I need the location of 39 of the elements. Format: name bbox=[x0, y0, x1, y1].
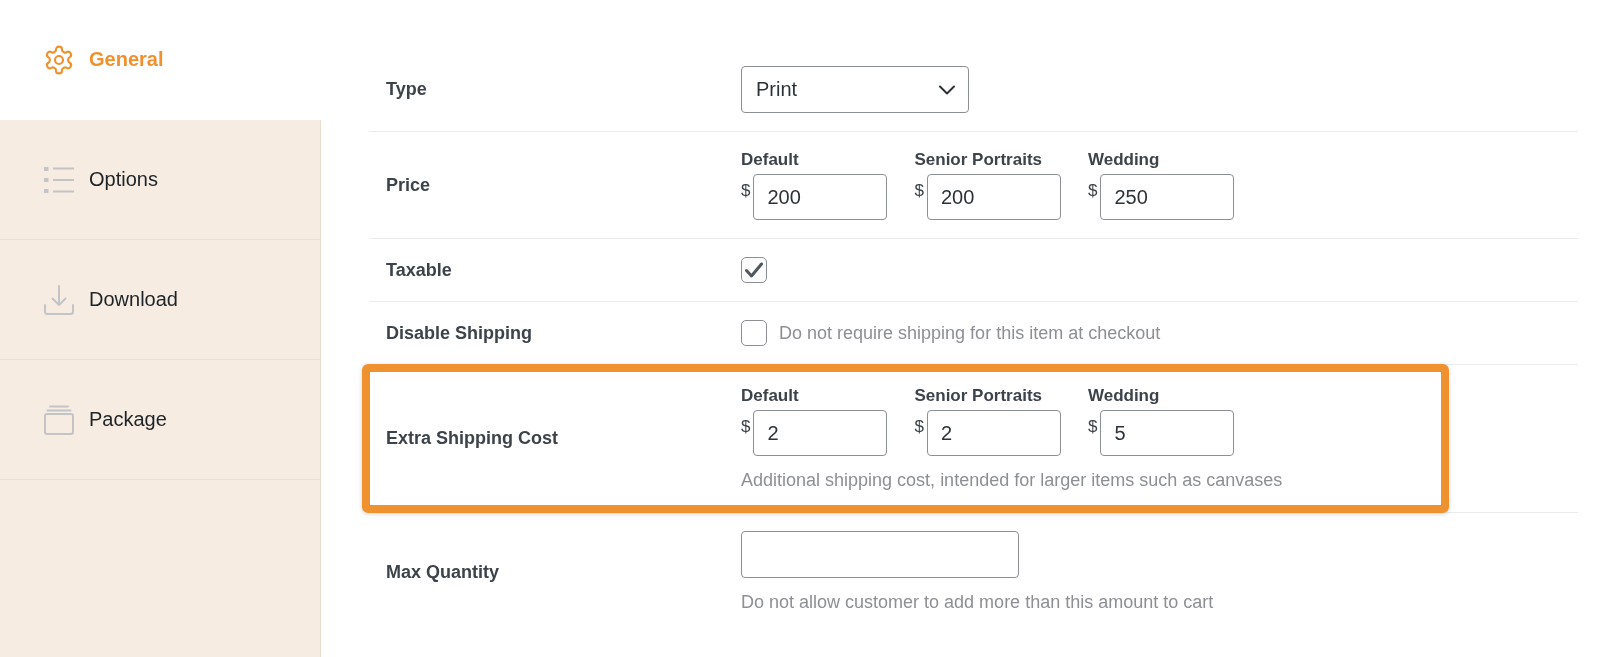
help-text: Additional shipping cost, intended for larger items such as canvases bbox=[741, 469, 1283, 491]
price-column-label: Wedding bbox=[1087, 386, 1161, 406]
checkbox[interactable] bbox=[741, 320, 767, 346]
currency-symbol: $ bbox=[1087, 417, 1098, 437]
price-input[interactable]: 200 bbox=[926, 174, 1061, 220]
nav-tab[interactable]: Download bbox=[0, 240, 321, 360]
currency-symbol: $ bbox=[914, 181, 924, 201]
field-label: Taxable bbox=[386, 259, 452, 281]
currency-symbol: $ bbox=[1087, 181, 1098, 201]
field-label: Max Quantity bbox=[386, 561, 500, 583]
price-input[interactable]: 2 bbox=[926, 410, 1061, 456]
checkbox-caption: Do not require shipping for this item at checkout bbox=[779, 322, 1161, 344]
currency-symbol: $ bbox=[914, 417, 924, 437]
price-column-label: Senior Portraits bbox=[914, 386, 1043, 406]
price-input[interactable]: 2 bbox=[753, 410, 888, 456]
currency-symbol: $ bbox=[741, 417, 751, 437]
type-select[interactable]: Print bbox=[741, 66, 969, 113]
price-input[interactable]: 250 bbox=[1100, 174, 1235, 220]
price-column-label: Default bbox=[741, 386, 800, 406]
price-input[interactable]: 200 bbox=[753, 174, 888, 220]
currency-symbol: $ bbox=[741, 181, 751, 201]
help-text: Do not allow customer to add more than this amount to cart bbox=[741, 591, 1214, 613]
field-label: Type bbox=[386, 79, 427, 100]
quantity-input[interactable] bbox=[741, 531, 1019, 578]
nav-tab[interactable]: Options bbox=[0, 120, 321, 240]
price-input[interactable]: 5 bbox=[1100, 410, 1235, 456]
caret-icon bbox=[938, 84, 956, 95]
gear-icon bbox=[43, 43, 75, 76]
checkbox[interactable] bbox=[741, 257, 767, 283]
field-label: Price bbox=[386, 174, 431, 196]
field-label: Extra Shipping Cost bbox=[386, 428, 558, 449]
nav-tab[interactable]: Package bbox=[0, 360, 321, 480]
price-column-label: Wedding bbox=[1087, 150, 1161, 170]
field-label: Disable Shipping bbox=[386, 322, 532, 344]
download-icon bbox=[43, 283, 75, 316]
price-column-label: Senior Portraits bbox=[914, 150, 1043, 170]
check-icon bbox=[745, 262, 763, 278]
stacked-box-icon bbox=[43, 403, 75, 436]
price-column-label: Default bbox=[741, 150, 800, 170]
